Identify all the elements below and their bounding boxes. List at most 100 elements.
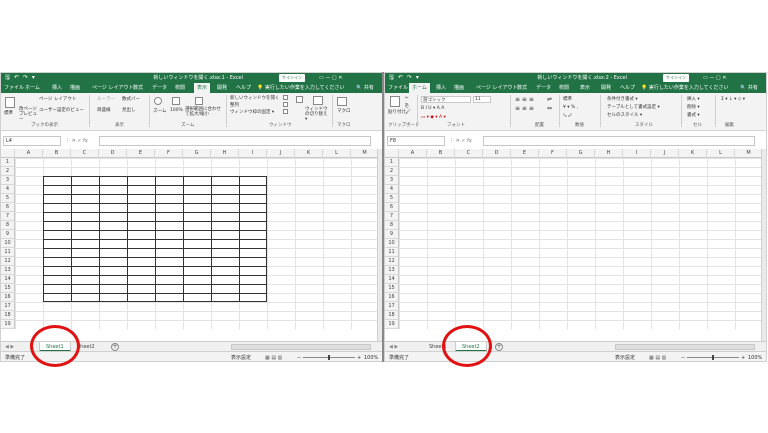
formula-input[interactable] — [483, 136, 755, 146]
column-header[interactable]: B — [43, 149, 71, 158]
zoom-level[interactable]: 100% — [748, 352, 762, 361]
row-header[interactable]: 14 — [1, 275, 15, 284]
wrap-text-icon[interactable]: ⇌ — [547, 96, 552, 103]
column-header[interactable]: I — [239, 149, 267, 158]
row-header[interactable]: 9 — [385, 230, 399, 239]
select-all-corner[interactable] — [385, 149, 399, 158]
view-buttons-icon[interactable]: ▦ ▤ ▥ — [649, 352, 666, 361]
row-header[interactable]: 7 — [1, 212, 15, 221]
arrange-all-button[interactable]: 整列 — [230, 102, 239, 108]
menu-data[interactable]: データ — [536, 83, 551, 93]
menu-home[interactable]: ホーム — [25, 83, 40, 93]
row-header[interactable]: 11 — [1, 248, 15, 257]
paste-button[interactable]: 貼り付け — [388, 109, 406, 115]
row-header[interactable]: 8 — [385, 221, 399, 230]
add-sheet-icon[interactable]: + — [111, 343, 119, 351]
decimal-icon[interactable]: ⁰₀ ₀⁰ — [563, 114, 572, 119]
unhide-icon[interactable] — [283, 109, 288, 114]
zoom-in-icon[interactable]: + — [741, 352, 745, 361]
horizontal-scrollbar[interactable] — [615, 344, 755, 350]
row-header[interactable]: 17 — [385, 302, 399, 311]
merge-icon[interactable]: ⇔ — [547, 105, 552, 112]
column-header[interactable]: F — [539, 149, 567, 158]
quick-access-toolbar[interactable]: 🖫 ↶ ↷ ▾ — [5, 73, 36, 83]
row-header[interactable]: 1 — [385, 158, 399, 167]
row-header[interactable]: 13 — [1, 266, 15, 275]
zoom-button[interactable]: ズーム — [153, 108, 166, 114]
row-header[interactable]: 10 — [385, 239, 399, 248]
column-header[interactable]: A — [15, 149, 43, 158]
menu-review[interactable]: 校閲 — [559, 83, 569, 93]
row-header[interactable]: 18 — [385, 311, 399, 320]
split-icon[interactable] — [283, 95, 288, 100]
row-header[interactable]: 15 — [385, 284, 399, 293]
row-header[interactable]: 17 — [1, 302, 15, 311]
align-left-icon[interactable]: ≡ ≡ ≡ — [515, 105, 534, 112]
column-header[interactable]: M — [351, 149, 379, 158]
column-header[interactable]: J — [267, 149, 295, 158]
column-header[interactable]: L — [707, 149, 735, 158]
row-header[interactable]: 5 — [385, 194, 399, 203]
share-button[interactable]: 🔍 共有 — [356, 83, 374, 93]
row-header[interactable]: 19 — [1, 320, 15, 329]
copy-icon[interactable]: ⎘ — [405, 103, 409, 109]
custom-views-button[interactable]: ユーザー設定のビュー — [39, 107, 84, 113]
menu-file[interactable]: ファイル — [388, 83, 408, 93]
row-header[interactable]: 3 — [385, 176, 399, 185]
menu-file[interactable]: ファイル — [4, 83, 24, 93]
display-settings[interactable]: 表示設定 — [615, 352, 635, 361]
row-header[interactable]: 8 — [1, 221, 15, 230]
menu-draw[interactable]: 描画 — [454, 83, 464, 93]
formula-bar-checkbox[interactable]: 数式バー — [122, 96, 140, 102]
horizontal-scrollbar[interactable] — [231, 344, 371, 350]
row-header[interactable]: 18 — [1, 311, 15, 320]
share-button[interactable]: 🔍 共有 — [740, 83, 758, 93]
column-header[interactable]: D — [483, 149, 511, 158]
column-header[interactable]: A — [399, 149, 427, 158]
ruler-checkbox[interactable]: ルーラー — [97, 96, 115, 102]
zoom-out-icon[interactable]: − — [681, 352, 685, 361]
row-header[interactable]: 14 — [385, 275, 399, 284]
select-all-corner[interactable] — [1, 149, 15, 158]
new-window-button[interactable]: 新しいウィンドウを開く — [230, 95, 280, 101]
column-header[interactable]: G — [183, 149, 211, 158]
menu-page-layout[interactable]: ページ レイアウト — [476, 83, 518, 93]
column-header[interactable]: M — [735, 149, 763, 158]
conditional-format-button[interactable]: 条件付き書式 ▾ — [607, 96, 638, 102]
zoom-slider-knob[interactable] — [712, 355, 714, 360]
fx-icon[interactable]: ⋮ ✕ ✓ fx — [449, 136, 472, 146]
menu-developer[interactable]: 開発 — [217, 83, 227, 93]
row-header[interactable]: 4 — [1, 185, 15, 194]
tell-me-search[interactable]: 💡 実行したい作業を入力してください — [257, 83, 345, 93]
zoom-to-selection-button[interactable]: 選択範囲に合わせて拡大/縮小 — [185, 107, 223, 117]
row-header[interactable]: 2 — [1, 167, 15, 176]
window-controls[interactable]: ▭ — ▢ ✕ — [319, 73, 342, 83]
menu-view[interactable]: 表示 — [580, 83, 590, 93]
menu-view[interactable]: 表示 — [194, 83, 211, 93]
align-top-icon[interactable]: ≡ ≡ ≡ — [515, 96, 534, 103]
editing-buttons[interactable]: Σ ▾ ↓ ▾ ◇ ▾ — [721, 96, 757, 104]
insert-cells-button[interactable]: 挿入 ▾ — [687, 96, 700, 102]
row-header[interactable]: 16 — [385, 293, 399, 302]
row-header[interactable]: 15 — [1, 284, 15, 293]
fx-icon[interactable]: ⋮ ✕ ✓ fx — [65, 136, 88, 146]
zoom-slider-knob[interactable] — [328, 355, 330, 360]
page-layout-view-button[interactable]: ページ レイアウト — [39, 96, 76, 102]
font-style-buttons[interactable]: B I U ▾ A A — [421, 106, 444, 111]
menu-review[interactable]: 校閲 — [175, 83, 185, 93]
gridlines-checkbox[interactable]: 目盛線 — [97, 107, 111, 113]
display-settings[interactable]: 表示設定 — [231, 352, 251, 361]
row-header[interactable]: 9 — [1, 230, 15, 239]
menu-home[interactable]: ホーム — [409, 83, 430, 93]
row-header[interactable]: 16 — [1, 293, 15, 302]
column-header[interactable]: J — [651, 149, 679, 158]
zoom-level[interactable]: 100% — [364, 352, 378, 361]
column-header[interactable]: E — [511, 149, 539, 158]
column-header[interactable]: D — [99, 149, 127, 158]
menu-data[interactable]: データ — [152, 83, 167, 93]
switch-windows-button[interactable]: ウィンドウの切り替え ▾ — [305, 107, 329, 122]
column-header[interactable]: H — [595, 149, 623, 158]
formula-input[interactable] — [99, 136, 371, 146]
name-box[interactable]: F8 — [387, 136, 445, 146]
row-header[interactable]: 1 — [1, 158, 15, 167]
